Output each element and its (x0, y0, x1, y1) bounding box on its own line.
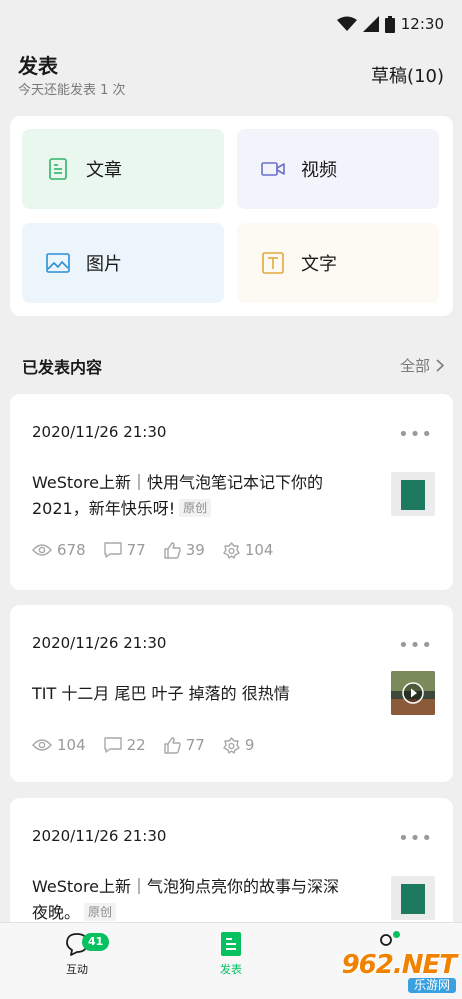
views-stat: 104 (32, 736, 86, 754)
post-title: WeStore上新｜快用气泡笔记本记下你的2021，新年快乐呀! 原创 (32, 470, 352, 522)
more-options-icon[interactable]: ••• (398, 424, 433, 445)
shares-stat: 104 (223, 541, 274, 559)
post-title: TIT 十二月 尾巴 叶子 掉落的 很热情 (32, 681, 352, 707)
shares-count: 104 (244, 541, 274, 559)
document-icon (221, 932, 241, 956)
views-count: 104 (57, 736, 86, 754)
comment-icon (103, 542, 122, 558)
post-card[interactable]: 2020/11/26 21:30 ••• TIT 十二月 尾巴 叶子 掉落的 很… (10, 605, 453, 782)
comment-icon (103, 737, 122, 753)
tab-publish[interactable]: 发表 (181, 931, 281, 977)
unread-badge: 41 (82, 933, 110, 951)
publish-image-button[interactable]: 图片 (22, 223, 224, 303)
original-tag: 原创 (179, 499, 212, 517)
tab-interact-label: 互动 (66, 963, 88, 976)
shares-stat: 9 (223, 736, 255, 754)
views-count: 678 (57, 541, 86, 559)
drafts-button[interactable]: 草稿(10) (371, 62, 444, 88)
tab-publish-label: 发表 (220, 963, 242, 976)
signal-icon (362, 16, 379, 32)
page-title: 发表 (18, 54, 58, 78)
battery-icon (384, 15, 395, 33)
wifi-icon (336, 16, 357, 31)
shares-count: 9 (244, 736, 255, 754)
publish-options-card: 文章 视频 图片 文字 (10, 116, 453, 316)
site-watermark-logo: 962.NET 乐游网 (316, 949, 457, 994)
remaining-posts-hint: 今天还能发表 1 次 (18, 83, 126, 98)
share-icon (223, 736, 240, 754)
article-icon (46, 157, 70, 181)
post-stats: 104 22 77 9 (32, 736, 254, 754)
publish-text-label: 文字 (301, 254, 337, 275)
comments-stat: 77 (103, 541, 146, 559)
thumbs-up-icon (164, 736, 181, 754)
views-stat: 678 (32, 541, 86, 559)
likes-stat: 77 (164, 736, 205, 754)
more-options-icon[interactable]: ••• (398, 635, 433, 656)
post-title: WeStore上新｜气泡狗点亮你的故事与深深夜晚。 原创 (32, 874, 352, 926)
image-icon (46, 251, 70, 275)
post-title-text: WeStore上新｜气泡狗点亮你的故事与深深夜晚。 (32, 877, 340, 922)
chevron-right-icon (436, 359, 444, 372)
eye-icon (32, 544, 52, 556)
post-thumbnail (391, 876, 435, 920)
comments-count: 22 (126, 736, 146, 754)
post-date: 2020/11/26 21:30 (32, 634, 167, 652)
post-date: 2020/11/26 21:30 (32, 827, 167, 845)
likes-count: 77 (185, 736, 205, 754)
status-time: 12:30 (400, 15, 444, 33)
eye-icon (32, 739, 52, 751)
watermark-text: 962.NET (341, 949, 457, 980)
post-thumbnail (391, 472, 435, 516)
page-header: 发表 今天还能发表 1 次 草稿(10) (0, 48, 462, 112)
post-title-text: WeStore上新｜快用气泡笔记本记下你的2021，新年快乐呀! (32, 473, 324, 518)
view-all-label: 全部 (399, 357, 430, 375)
post-video-thumbnail (391, 671, 435, 715)
text-icon (261, 251, 285, 275)
tab-interact[interactable]: 41 互动 (27, 931, 127, 977)
comments-stat: 22 (103, 736, 146, 754)
publish-article-label: 文章 (86, 160, 122, 181)
publish-text-button[interactable]: 文字 (237, 223, 439, 303)
post-title-text: TIT 十二月 尾巴 叶子 掉落的 很热情 (32, 684, 290, 703)
original-tag: 原创 (84, 903, 117, 921)
post-card[interactable]: 2020/11/26 21:30 ••• WeStore上新｜气泡狗点亮你的故事… (10, 798, 453, 938)
published-section-title: 已发表内容 (22, 358, 103, 377)
published-section-header: 已发表内容 全部 (0, 340, 462, 388)
thumbs-up-icon (164, 541, 181, 559)
likes-count: 39 (185, 541, 205, 559)
post-card[interactable]: 2020/11/26 21:30 ••• WeStore上新｜快用气泡笔记本记下… (10, 394, 453, 590)
publish-video-button[interactable]: 视频 (237, 129, 439, 209)
status-bar: 12:30 (0, 0, 462, 48)
publish-image-label: 图片 (86, 254, 122, 275)
likes-stat: 39 (164, 541, 205, 559)
watermark-subtext: 乐游网 (407, 977, 456, 993)
post-date: 2020/11/26 21:30 (32, 423, 167, 441)
view-all-link[interactable]: 全部 (400, 355, 444, 376)
share-icon (223, 541, 240, 559)
post-stats: 678 77 39 104 (32, 541, 273, 559)
video-camera-icon (261, 157, 285, 181)
publish-article-button[interactable]: 文章 (22, 129, 224, 209)
comments-count: 77 (126, 541, 146, 559)
publish-video-label: 视频 (301, 160, 337, 181)
more-options-icon[interactable]: ••• (398, 828, 433, 849)
notification-dot (393, 931, 400, 938)
play-icon (402, 682, 424, 704)
